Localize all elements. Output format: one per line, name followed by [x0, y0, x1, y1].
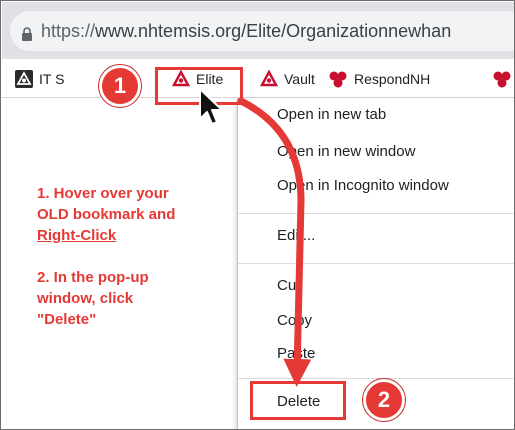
menu-item-open-new-tab[interactable]: Open in new tab — [277, 106, 386, 123]
instruction-step1-line3: Right-Click — [37, 227, 117, 244]
instructions-text: 1. Hover over your OLD bookmark and Righ… — [37, 183, 227, 330]
instruction-step2-line1: 2. In the pop-up — [37, 269, 149, 286]
url-text[interactable]: https://www.nhtemsis.org/Elite/Organizat… — [41, 21, 451, 42]
bookmarks-bar: IT St Elite Vault RespondNH — [2, 59, 514, 98]
instruction-step2-line2: window, click — [37, 290, 134, 307]
bookmark-label-it: IT S — [39, 71, 65, 87]
highlight-box-delete — [250, 381, 346, 420]
menu-item-paste[interactable]: Paste — [277, 345, 315, 362]
partial-logo-icon — [493, 71, 511, 88]
menu-item-copy[interactable]: Copy — [277, 312, 312, 329]
url-host-path: www.nhtemsis.org/Elite/Organizationnewha… — [95, 21, 452, 41]
respondnh-logo-icon — [329, 71, 347, 88]
bookmark-overflow-partial[interactable] — [492, 67, 514, 91]
lock-icon — [22, 27, 32, 41]
menu-item-cut[interactable]: Cut — [277, 277, 300, 294]
bookmark-respondnh[interactable]: RespondNH — [328, 67, 430, 91]
menu-item-open-incognito[interactable]: Open in Incognito window — [277, 177, 449, 194]
instruction-spacer — [37, 246, 227, 267]
instruction-step2-line3: "Delete" — [37, 311, 97, 328]
instruction-step1-line1: 1. Hover over your — [37, 185, 169, 202]
menu-separator — [238, 263, 514, 264]
bookmark-label-vault: Vault — [284, 71, 315, 87]
menu-separator — [238, 213, 514, 214]
step-badge-1: 1 — [99, 65, 141, 107]
menu-item-edit[interactable]: Edit... — [277, 227, 315, 244]
step-badge-2: 2 — [363, 379, 405, 421]
bookmark-vault[interactable]: Vault — [260, 67, 315, 91]
mouse-cursor-icon — [199, 88, 223, 125]
instruction-step1-line2: OLD bookmark and — [37, 206, 176, 223]
browser-window: https://www.nhtemsis.org/Elite/Organizat… — [0, 0, 515, 430]
menu-item-open-new-window[interactable]: Open in new window — [277, 143, 415, 160]
vault-logo-icon — [260, 70, 278, 87]
bookmark-label-respondnh: RespondNH — [354, 71, 431, 87]
it-support-logo-icon — [15, 70, 33, 88]
menu-separator — [238, 378, 514, 379]
url-scheme: https:// — [41, 21, 96, 41]
